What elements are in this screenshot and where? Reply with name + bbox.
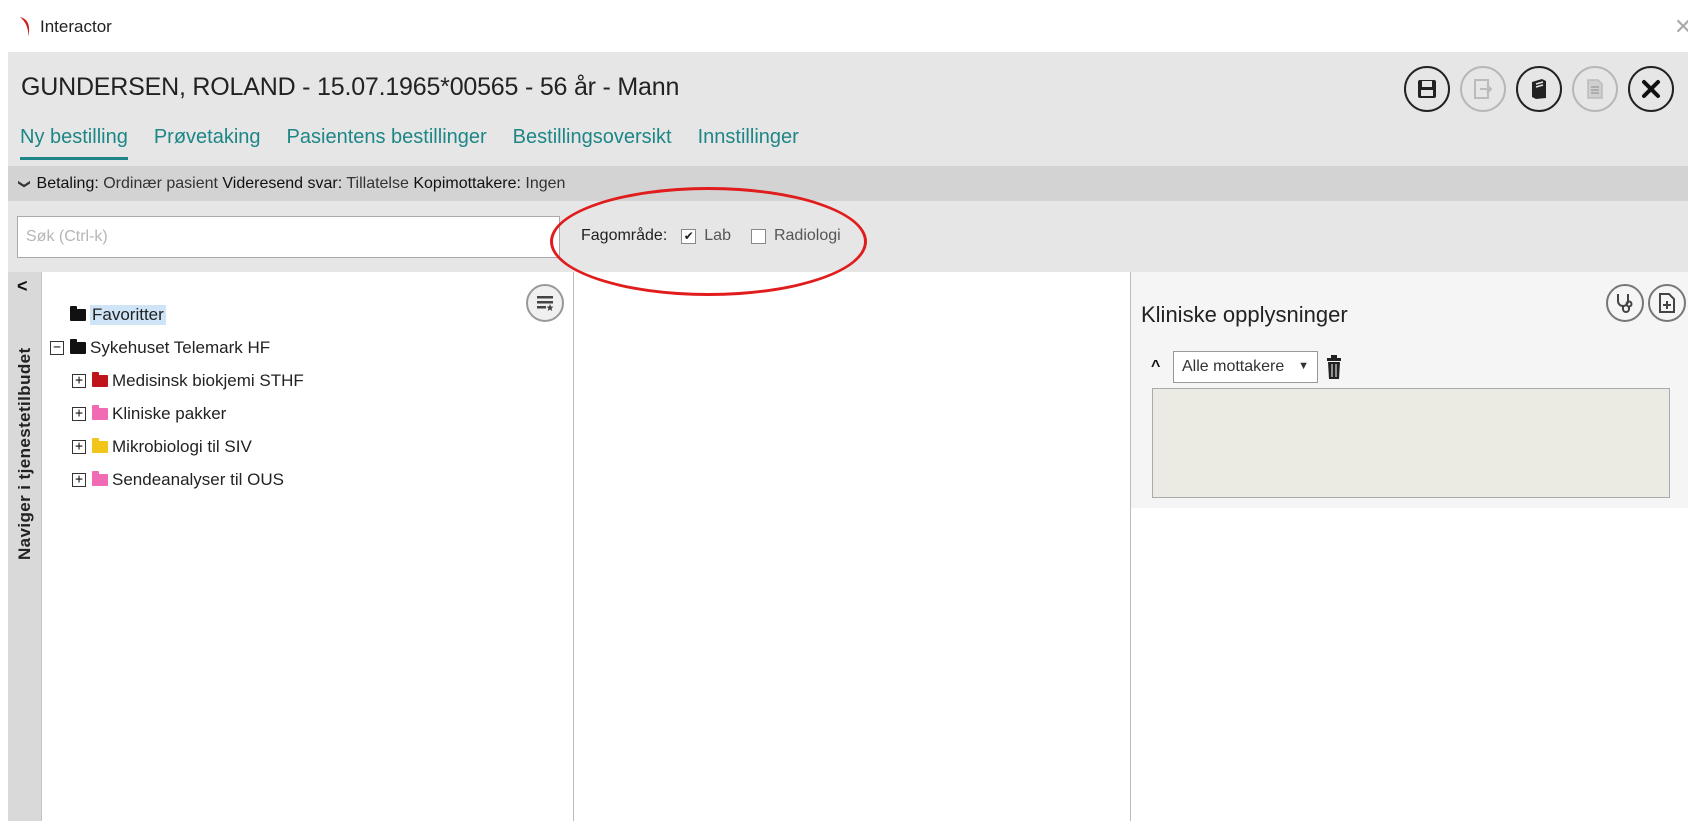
recipient-select-value: Alle mottakere bbox=[1182, 358, 1285, 375]
tree-node-label[interactable]: Kliniske pakker bbox=[112, 404, 226, 424]
tree-node-favoritter[interactable]: Favoritter bbox=[50, 298, 304, 331]
expand-icon[interactable]: + bbox=[72, 439, 86, 454]
folder-icon bbox=[92, 404, 108, 420]
service-tree: Favoritter − Sykehuset Telemark HF + Med… bbox=[50, 298, 304, 496]
tab-pasientens-bestillinger[interactable]: Pasientens bestillinger bbox=[287, 126, 487, 160]
tab-bar: Ny bestilling Prøvetaking Pasientens bes… bbox=[20, 126, 825, 160]
list-star-icon bbox=[537, 296, 554, 311]
videresend-value: Tillatelse bbox=[346, 175, 409, 192]
radiologi-checkbox[interactable] bbox=[750, 228, 766, 244]
tree-node-label[interactable]: Mikrobiologi til SIV bbox=[112, 437, 252, 457]
kopimottakere-label: Kopimottakere: bbox=[413, 175, 521, 192]
clinical-toolbar bbox=[1602, 284, 1686, 322]
clinical-info-textarea[interactable] bbox=[1152, 388, 1670, 498]
tree-node-label[interactable]: Favoritter bbox=[90, 304, 166, 325]
header-toolbar bbox=[1394, 66, 1674, 112]
export-button[interactable] bbox=[1460, 66, 1506, 112]
betaling-label: Betaling: bbox=[36, 175, 99, 192]
tree-node-label[interactable]: Sykehuset Telemark HF bbox=[90, 338, 270, 358]
expand-icon[interactable]: + bbox=[72, 406, 86, 421]
patient-header: GUNDERSEN, ROLAND - 15.07.1965*00565 - 5… bbox=[8, 52, 1688, 166]
kopimottakere-value: Ingen bbox=[525, 175, 566, 192]
favorites-list-button[interactable] bbox=[526, 284, 564, 322]
recipient-select[interactable]: Alle mottakere ▼ bbox=[1173, 351, 1318, 383]
tab-bestillingsoversikt[interactable]: Bestillingsoversikt bbox=[513, 126, 672, 160]
add-document-button[interactable] bbox=[1648, 284, 1686, 322]
close-icon bbox=[1642, 80, 1660, 98]
order-pane bbox=[574, 272, 1131, 821]
service-tree-pane: Favoritter − Sykehuset Telemark HF + Med… bbox=[42, 272, 574, 821]
app-title: Interactor bbox=[40, 17, 112, 36]
folder-icon bbox=[70, 305, 86, 321]
tree-node-label[interactable]: Medisinsk biokjemi STHF bbox=[112, 371, 304, 391]
fagomrade-label: Fagområde: bbox=[581, 227, 668, 244]
window-close-icon[interactable]: ✕ bbox=[1674, 14, 1688, 40]
book-icon bbox=[1532, 79, 1546, 99]
clinical-info-pane: Kliniske opplysninger ^ Alle mottakere ▼ bbox=[1131, 272, 1688, 821]
document-button[interactable] bbox=[1572, 66, 1618, 112]
videresend-label: Videresend svar: bbox=[222, 175, 343, 192]
search-input[interactable] bbox=[17, 216, 560, 258]
folder-icon bbox=[92, 371, 108, 387]
app-logo-icon bbox=[20, 17, 30, 37]
expand-icon[interactable]: + bbox=[72, 373, 86, 388]
dropdown-arrow-icon: ▼ bbox=[1298, 360, 1309, 372]
lab-label[interactable]: Lab bbox=[704, 227, 731, 245]
tab-provetaking[interactable]: Prøvetaking bbox=[154, 126, 261, 160]
tree-node-mikrobiologi[interactable]: + Mikrobiologi til SIV bbox=[50, 430, 304, 463]
tree-node-medisinsk-biokjemi[interactable]: + Medisinsk biokjemi STHF bbox=[50, 364, 304, 397]
clinical-info-section: Kliniske opplysninger ^ Alle mottakere ▼ bbox=[1131, 272, 1688, 508]
add-document-icon bbox=[1659, 293, 1675, 313]
radiologi-label[interactable]: Radiologi bbox=[774, 227, 841, 245]
handbook-button[interactable] bbox=[1516, 66, 1562, 112]
expand-icon[interactable]: + bbox=[72, 472, 86, 487]
lab-checkbox[interactable]: ✔ bbox=[681, 228, 697, 244]
tab-innstillinger[interactable]: Innstillinger bbox=[698, 126, 799, 160]
service-navigator-toggle[interactable]: < Naviger i tjenestetilbudet bbox=[8, 272, 42, 821]
fagomrade-filter: Fagområde: ✔ Lab Radiologi bbox=[581, 227, 841, 245]
stethoscope-icon bbox=[1617, 294, 1633, 313]
search-row: Fagområde: ✔ Lab Radiologi bbox=[8, 201, 1688, 272]
betaling-value: Ordinær pasient bbox=[103, 175, 218, 192]
save-button[interactable] bbox=[1404, 66, 1450, 112]
save-icon bbox=[1418, 80, 1436, 98]
folder-icon bbox=[92, 470, 108, 486]
patient-title: GUNDERSEN, ROLAND - 15.07.1965*00565 - 5… bbox=[21, 73, 680, 101]
title-bar: Interactor ✕ bbox=[0, 0, 1688, 52]
collapse-icon[interactable]: − bbox=[50, 340, 64, 355]
order-info-bar[interactable]: ❯ Betaling: Ordinær pasient Videresend s… bbox=[8, 166, 1688, 201]
chevron-down-icon[interactable]: ❯ bbox=[18, 179, 32, 189]
document-icon bbox=[1587, 79, 1603, 99]
folder-icon bbox=[92, 437, 108, 453]
collapse-up-icon[interactable]: ^ bbox=[1151, 358, 1160, 376]
close-button[interactable] bbox=[1628, 66, 1674, 112]
tree-node-kliniske-pakker[interactable]: + Kliniske pakker bbox=[50, 397, 304, 430]
folder-open-icon bbox=[70, 338, 86, 354]
tree-node-sendeanalyser[interactable]: + Sendeanalyser til OUS bbox=[50, 463, 304, 496]
service-navigator-label: Naviger i tjenestetilbudet bbox=[15, 347, 34, 560]
tree-node-label[interactable]: Sendeanalyser til OUS bbox=[112, 470, 284, 490]
clinical-info-title: Kliniske opplysninger bbox=[1141, 302, 1348, 327]
tab-ny-bestilling[interactable]: Ny bestilling bbox=[20, 126, 128, 160]
stethoscope-button[interactable] bbox=[1606, 284, 1644, 322]
trash-icon[interactable] bbox=[1327, 355, 1341, 379]
export-icon bbox=[1474, 79, 1493, 99]
tree-node-sykehuset[interactable]: − Sykehuset Telemark HF bbox=[50, 331, 304, 364]
